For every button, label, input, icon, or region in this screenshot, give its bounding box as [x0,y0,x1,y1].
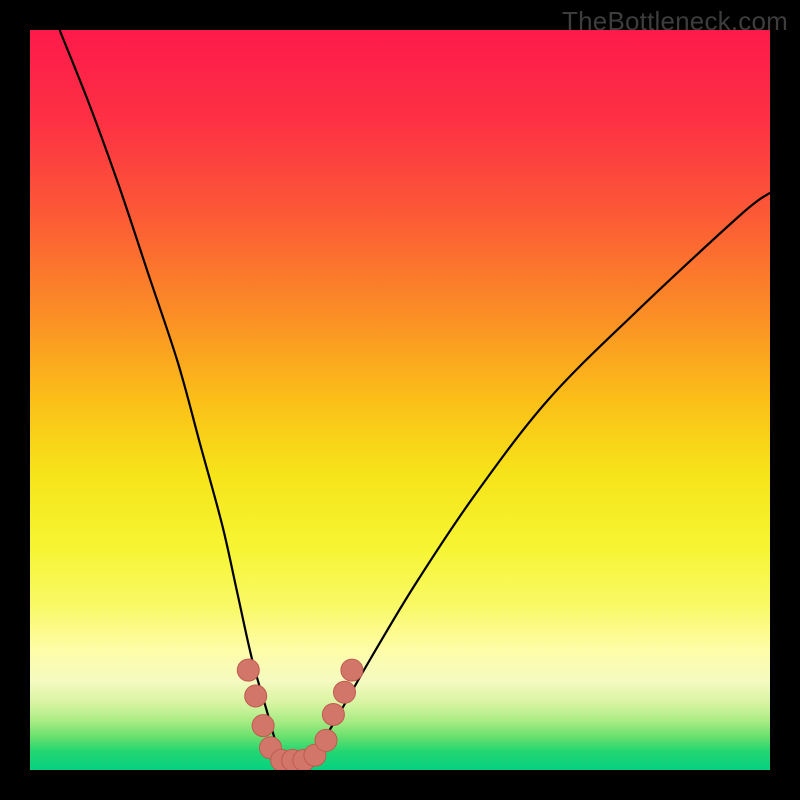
gradient-background [30,30,770,770]
plot-area [30,30,770,770]
dot-marker [322,704,344,726]
dot-marker [334,681,356,703]
dot-marker [245,685,267,707]
chart-frame: TheBottleneck.com [0,0,800,800]
dot-marker [237,659,259,681]
dot-marker [252,715,274,737]
dot-marker [341,659,363,681]
bottleneck-chart [30,30,770,770]
dot-marker [315,729,337,751]
